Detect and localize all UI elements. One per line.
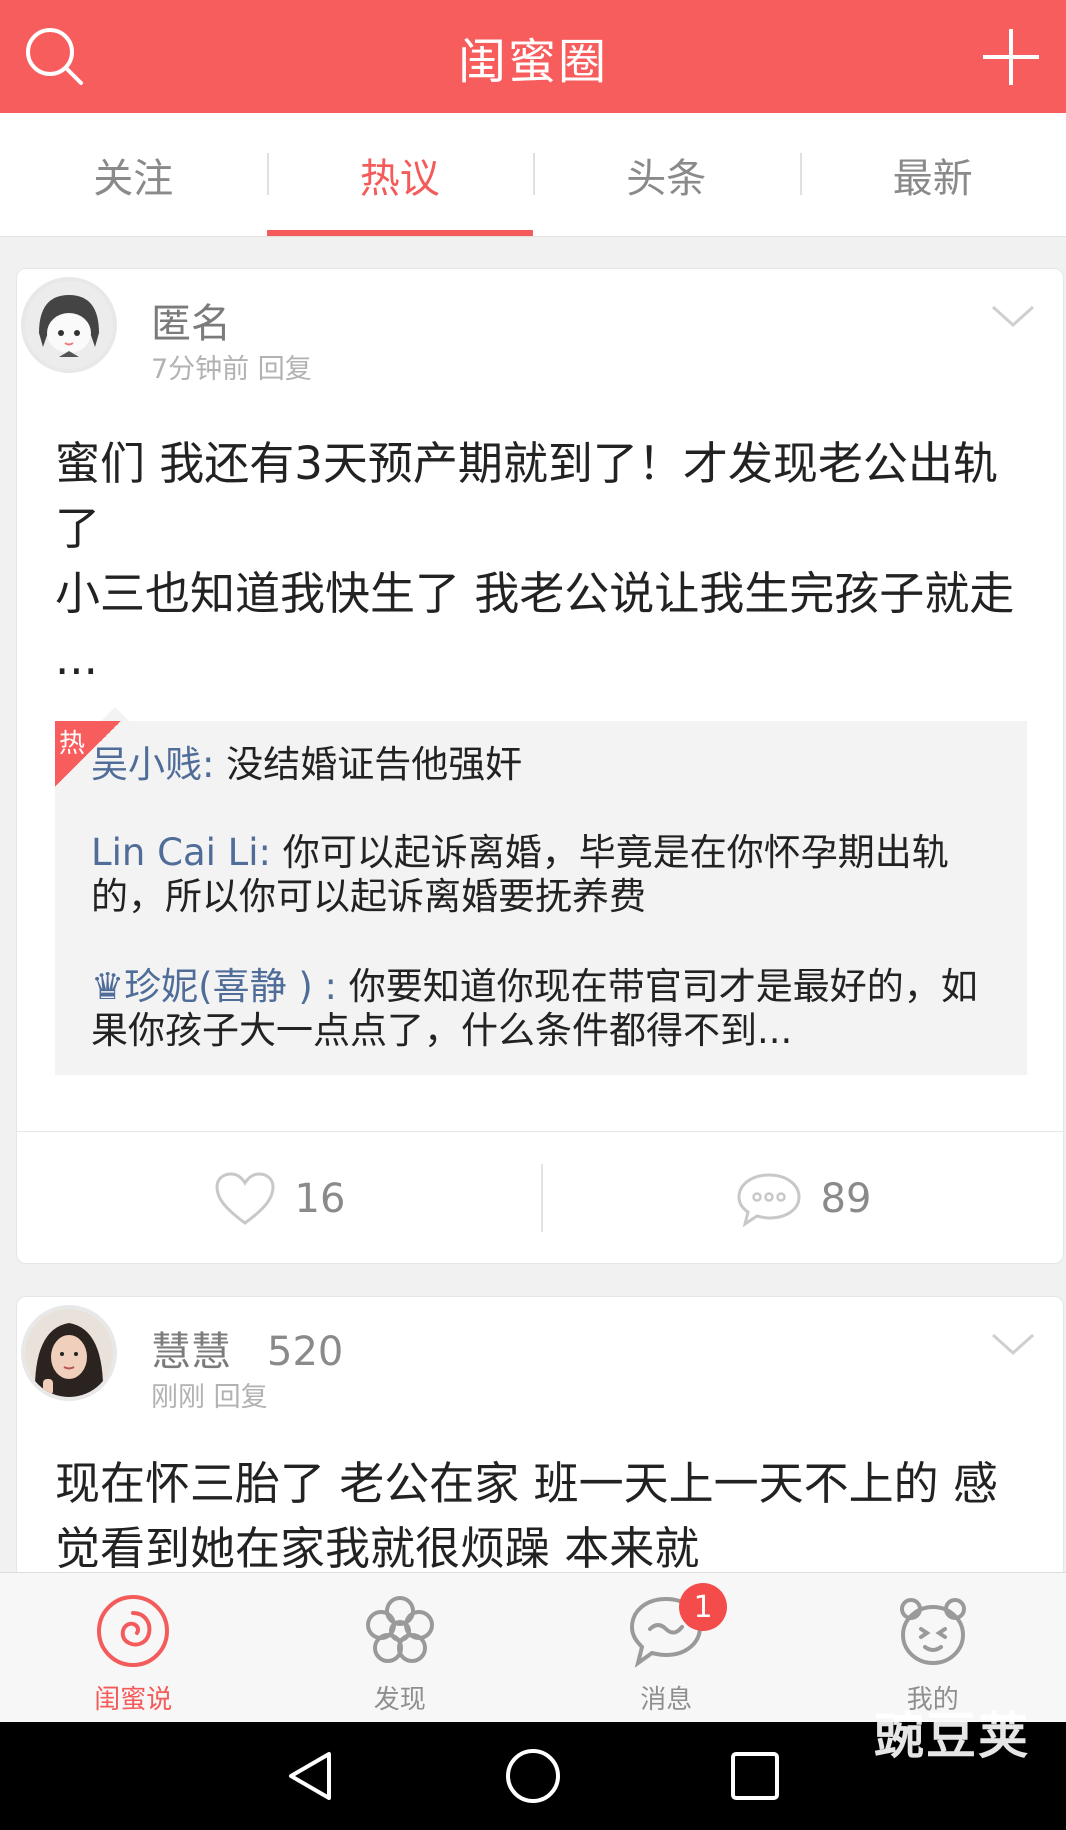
search-icon [26, 28, 83, 85]
swirl-icon [97, 1595, 170, 1667]
tab-discover[interactable]: 发现 [267, 1573, 534, 1722]
post-card[interactable]: 匿名 7分钟前 回复 蜜们 我还有3天预产期就到了！才发现老公出轨了 小三也知道… [16, 268, 1064, 1264]
comment-item[interactable]: Lin Cai Li: 你可以起诉离婚，毕竟是在你怀孕期出轨的，所以你可以起诉离… [91, 831, 1001, 919]
feed-tabs: 关注 热议 头条 最新 [0, 113, 1066, 237]
comment-user[interactable]: 吴小贱: [91, 743, 214, 786]
comment-item[interactable]: ♛珍妮(喜静 ) : 你要知道你现在带官司才是最好的，如果你孩子大一点点了，什么… [91, 965, 1001, 1053]
tab-latest[interactable]: 最新 [799, 113, 1066, 236]
home-icon[interactable] [503, 1746, 563, 1806]
post-body[interactable]: 蜜们 我还有3天预产期就到了！才发现老公出轨了 小三也知道我快生了 我老公说让我… [55, 431, 1023, 691]
tab-hot[interactable]: 热议 [266, 113, 534, 236]
chevron-down-icon[interactable] [989, 1325, 1037, 1365]
comment-count: 89 [820, 1175, 872, 1222]
bear-icon [899, 1598, 966, 1665]
like-button[interactable]: 16 [17, 1132, 541, 1263]
user-photo-icon [25, 1309, 113, 1397]
tab-label: 消息 [640, 1685, 693, 1715]
reply-link[interactable]: 回复 [258, 354, 312, 385]
reply-link[interactable]: 回复 [214, 1382, 268, 1413]
comment-bubble-icon [737, 1172, 801, 1227]
post-meta: 7分钟前 回复 [151, 347, 312, 386]
tab-messages[interactable]: 1 消息 [533, 1573, 800, 1722]
post-meta: 刚刚 回复 [151, 1375, 268, 1414]
app-header: 闺蜜圈 [0, 0, 1066, 113]
like-count: 16 [294, 1175, 346, 1222]
add-post-button[interactable] [966, 12, 1056, 102]
tab-headlines[interactable]: 头条 [533, 113, 800, 236]
avatar[interactable] [21, 277, 117, 373]
heart-icon [215, 1171, 275, 1225]
recents-icon[interactable] [725, 1746, 785, 1806]
author-name[interactable]: 匿名 [151, 291, 231, 349]
post-time: 刚刚 [151, 1382, 205, 1413]
search-button[interactable] [10, 12, 100, 102]
tab-following[interactable]: 关注 [0, 113, 267, 236]
tab-label: 发现 [373, 1685, 426, 1715]
plus-icon [983, 29, 1039, 85]
comment-text: 没结婚证告他强奸 [214, 743, 523, 786]
user-level: 520 [267, 1329, 344, 1375]
comment-item[interactable]: 吴小贱: 没结婚证告他强奸 [91, 743, 1001, 787]
back-icon[interactable] [281, 1746, 341, 1806]
comment-button[interactable]: 89 [541, 1132, 1063, 1263]
post-time: 7分钟前 [151, 354, 250, 385]
flower-icon [365, 1596, 434, 1663]
chevron-down-icon[interactable] [989, 297, 1037, 337]
unread-badge: 1 [679, 1583, 727, 1631]
post-body[interactable]: 现在怀三胎了 老公在家 班一天上一天不上的 感觉看到她在家我就很烦躁 本来就 [55, 1451, 1023, 1581]
tab-label: 闺蜜说 [94, 1685, 173, 1715]
watermark-logo: 豌豆荚 [874, 1707, 1030, 1765]
author-name[interactable]: 慧慧 520 [151, 1319, 343, 1377]
comment-user[interactable]: ♛珍妮(喜静 ) : [91, 965, 337, 1008]
anonymous-girl-icon [25, 281, 113, 369]
hot-comments[interactable]: 热 吴小贱: 没结婚证告他强奸 Lin Cai Li: 你可以起诉离婚，毕竟是在… [55, 707, 1027, 1075]
avatar[interactable] [21, 1305, 117, 1401]
tab-guimishuo[interactable]: 闺蜜说 [0, 1573, 267, 1722]
page-title: 闺蜜圈 [457, 33, 608, 90]
comment-user[interactable]: Lin Cai Li: [91, 831, 271, 874]
